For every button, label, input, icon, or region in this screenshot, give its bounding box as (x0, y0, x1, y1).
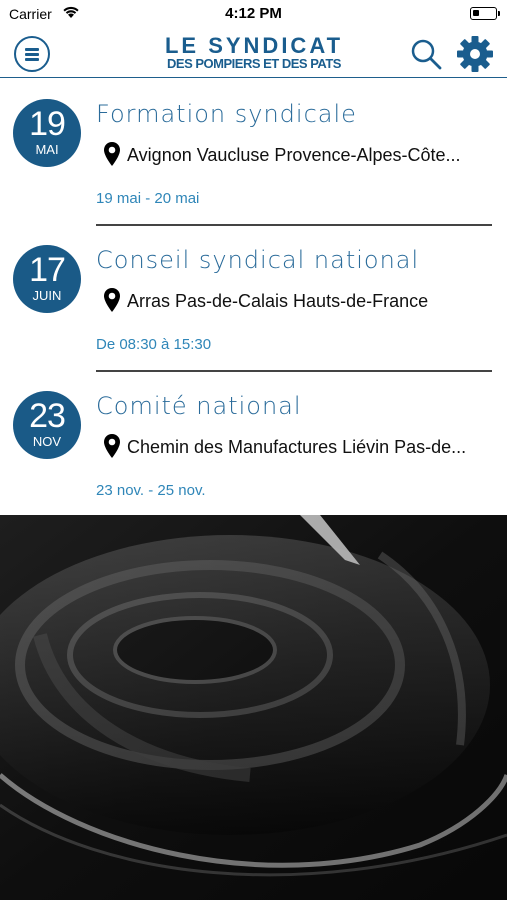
nav-bar: LE SYNDICAT DES POMPIERS ET DES PATS (0, 30, 507, 78)
date-badge: 23 NOV (13, 391, 81, 459)
event-dates: 19 mai - 20 mai (96, 190, 200, 207)
event-dates: De 08:30 à 15:30 (96, 336, 212, 353)
menu-icon-bar (25, 53, 39, 56)
location-pin-icon (104, 434, 120, 458)
hero-graphic (0, 515, 507, 900)
event-month: NOV (32, 434, 62, 449)
date-badge: 17 JUIN (13, 245, 81, 313)
event-item[interactable]: 19 MAI Formation syndicale Avignon Vaucl… (0, 80, 507, 226)
gear-icon[interactable] (456, 35, 494, 73)
search-icon[interactable] (408, 36, 444, 72)
menu-button[interactable] (14, 36, 50, 72)
location-pin-icon (104, 288, 120, 312)
event-location-text: Avignon Vaucluse Provence-Alpes-Côte... (127, 145, 461, 165)
battery-icon (470, 7, 500, 20)
event-month: JUIN (32, 288, 62, 303)
event-item[interactable]: 17 JUIN Conseil syndical national Arras … (0, 226, 507, 372)
event-item[interactable]: 23 NOV Comité national Chemin des Manufa… (0, 372, 507, 518)
event-day: 19 (29, 105, 66, 143)
event-location-text: Arras Pas-de-Calais Hauts-de-France (127, 291, 429, 311)
event-month: MAI (35, 142, 59, 157)
event-dates: 23 nov. - 25 nov. (96, 482, 206, 499)
status-time: 4:12 PM (225, 5, 282, 22)
app-logo: LE SYNDICAT DES POMPIERS ET DES PATS (140, 33, 368, 71)
event-day: 17 (29, 251, 66, 289)
date-badge: 19 MAI (13, 99, 81, 167)
event-title: Comité national (96, 392, 302, 420)
menu-icon-bar (25, 58, 39, 61)
event-title: Formation syndicale (96, 100, 357, 128)
location-pin-icon (104, 142, 120, 166)
event-title: Conseil syndical national (96, 246, 420, 274)
event-day: 23 (29, 397, 66, 435)
hero-image (0, 515, 507, 900)
menu-icon (25, 48, 39, 51)
event-location-text: Chemin des Manufactures Liévin Pas-de... (127, 437, 467, 457)
logo-subtitle: DES POMPIERS ET DES PATS (167, 56, 341, 71)
status-bar: Carrier 4:12 PM (0, 0, 507, 30)
logo-title: LE SYNDICAT (164, 33, 344, 58)
